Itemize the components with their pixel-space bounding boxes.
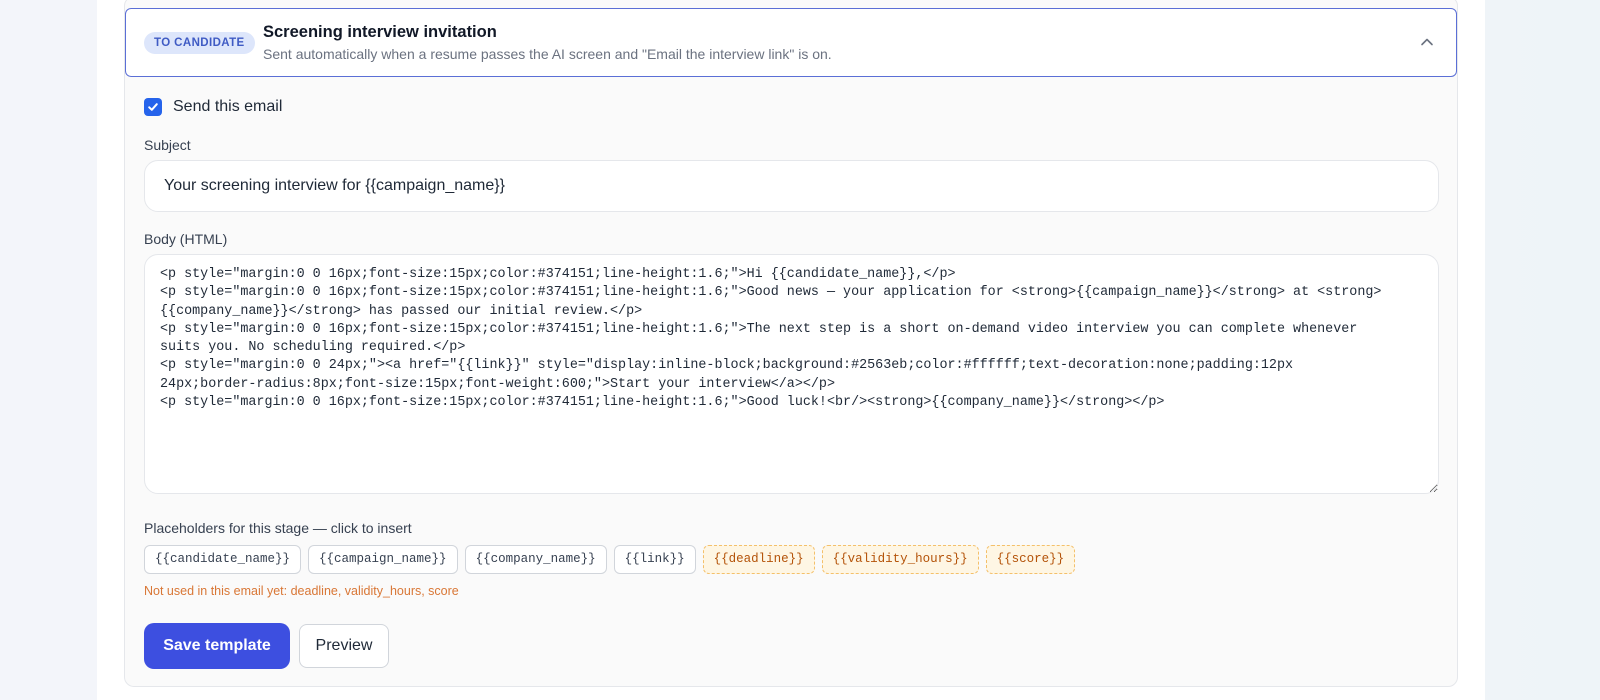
- placeholder-chip-company-name[interactable]: {{company_name}}: [464, 545, 607, 574]
- placeholder-chip-campaign-name[interactable]: {{campaign_name}}: [308, 545, 458, 574]
- template-card-header[interactable]: TO CANDIDATE Screening interview invitat…: [125, 8, 1457, 77]
- placeholder-chip-candidate-name[interactable]: {{candidate_name}}: [144, 545, 302, 574]
- send-email-toggle[interactable]: Send this email: [144, 98, 282, 116]
- template-title: Screening interview invitation: [263, 23, 497, 41]
- subject-input[interactable]: [144, 160, 1439, 212]
- recipient-badge: TO CANDIDATE: [144, 32, 255, 54]
- placeholder-chip-link[interactable]: {{link}}: [613, 545, 696, 574]
- send-email-checkbox[interactable]: [144, 98, 162, 116]
- chevron-up-icon[interactable]: [1420, 35, 1434, 49]
- unused-placeholders-note: Not used in this email yet: deadline, va…: [144, 584, 459, 598]
- placeholder-chip-validity-hours[interactable]: {{validity_hours}}: [821, 545, 979, 574]
- placeholder-chip-score[interactable]: {{score}}: [985, 545, 1076, 574]
- subject-label: Subject: [144, 137, 191, 153]
- checkmark-icon: [148, 103, 158, 111]
- placeholder-chip-deadline[interactable]: {{deadline}}: [702, 545, 815, 574]
- save-template-button[interactable]: Save template: [144, 623, 290, 669]
- placeholder-chips: {{candidate_name}} {{campaign_name}} {{c…: [144, 545, 1076, 574]
- body-html-editor[interactable]: <p style="margin:0 0 16px;font-size:15px…: [144, 254, 1439, 494]
- body-label: Body (HTML): [144, 231, 228, 247]
- send-email-label: Send this email: [173, 98, 283, 115]
- placeholders-label: Placeholders for this stage — click to i…: [144, 520, 412, 536]
- template-description: Sent automatically when a resume passes …: [263, 46, 832, 62]
- preview-button[interactable]: Preview: [299, 624, 389, 668]
